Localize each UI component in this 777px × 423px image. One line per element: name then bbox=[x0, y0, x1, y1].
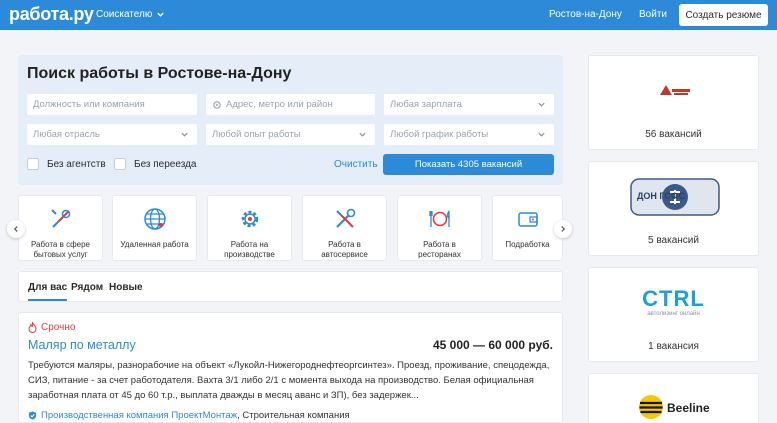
verified-shield-icon bbox=[28, 411, 37, 420]
site-logo[interactable]: работа.ру bbox=[9, 4, 94, 25]
category-label: Работа в ресторанах bbox=[418, 240, 461, 259]
feed-tabs: Для вас Рядом Новые bbox=[18, 271, 563, 302]
experience-select[interactable]: Любой опыт работы bbox=[206, 124, 375, 145]
wallet-icon bbox=[517, 212, 538, 227]
carousel-next-button[interactable] bbox=[554, 220, 572, 238]
urgent-badge: Срочно bbox=[28, 322, 75, 333]
schedule-select[interactable]: Любой график работы bbox=[384, 124, 554, 145]
category-remote-work[interactable]: Удаленная работа bbox=[112, 195, 197, 261]
salary-select[interactable]: Любая зарплата bbox=[384, 94, 554, 115]
checkbox-box[interactable] bbox=[114, 158, 126, 170]
gear-icon bbox=[241, 210, 258, 228]
login-link[interactable]: Войти bbox=[639, 9, 667, 20]
create-resume-button[interactable]: Создать резюме bbox=[679, 4, 768, 26]
employer-card-2[interactable]: ДОН ГСФС 5 вакансий bbox=[588, 161, 759, 256]
chevron-down-icon bbox=[181, 132, 188, 137]
chevron-left-icon bbox=[13, 226, 18, 232]
urgent-label: Срочно bbox=[41, 322, 76, 333]
city-selector[interactable]: Ростов-на-Дону bbox=[549, 9, 622, 20]
employer-card-3[interactable]: CTRL автолизинг онлайн 1 вакансия bbox=[588, 267, 759, 362]
address-placeholder: Адрес, метро или район bbox=[226, 99, 333, 110]
no-relocation-label: Без переезда bbox=[134, 158, 197, 170]
employer-card-4[interactable]: Beeline bbox=[588, 373, 759, 423]
employer-logo-text: ДОН ГСФС bbox=[637, 191, 686, 201]
search-title: Поиск работы в Ростове-на-Дону bbox=[27, 65, 292, 82]
clear-button[interactable]: Очистить bbox=[334, 159, 378, 170]
chevron-right-icon bbox=[561, 226, 566, 232]
role-dropdown[interactable]: Соискателю bbox=[96, 9, 165, 20]
position-placeholder: Должность или компания bbox=[33, 99, 145, 110]
globe-icon bbox=[143, 208, 166, 230]
experience-value: Любой опыт работы bbox=[212, 129, 301, 140]
chevron-down-icon bbox=[538, 102, 545, 107]
industry-value: Любая отрасль bbox=[33, 129, 100, 140]
employer-logo bbox=[660, 85, 690, 95]
category-manufacturing[interactable]: Работа на производстве bbox=[207, 195, 292, 261]
chevron-down-icon bbox=[157, 12, 165, 17]
employer-card-1[interactable]: 56 вакансий bbox=[588, 55, 759, 150]
employer-logo-subtitle: автолизинг онлайн bbox=[647, 311, 700, 317]
company-industry: , Строительная компания bbox=[237, 410, 350, 421]
category-label: Подработка bbox=[505, 240, 550, 249]
category-label: Работа в автосервисе bbox=[321, 240, 368, 259]
position-input[interactable]: Должность или компания bbox=[27, 94, 197, 115]
vacancy-title[interactable]: Маляр по металлу bbox=[28, 338, 136, 352]
chevron-down-icon bbox=[359, 132, 366, 137]
address-input[interactable]: Адрес, метро или район bbox=[206, 94, 375, 115]
employer-logo-text: CTRL bbox=[642, 286, 705, 311]
flame-icon bbox=[28, 322, 37, 333]
employer-vacancy-count: 5 вакансий bbox=[648, 235, 699, 246]
no-agencies-label: Без агентств bbox=[47, 158, 106, 170]
vacancy-card[interactable]: Срочно Маляр по металлу 45 000 — 60 000 … bbox=[18, 312, 563, 423]
category-label: Удаленная работа bbox=[120, 240, 189, 249]
category-household-services[interactable]: Работа в сфере бытовых услуг bbox=[18, 195, 103, 261]
tools-icon bbox=[50, 209, 70, 228]
role-label: Соискателю bbox=[96, 9, 153, 20]
chevron-down-icon bbox=[538, 132, 545, 137]
no-relocation-checkbox[interactable]: Без переезда bbox=[114, 158, 196, 170]
show-vacancies-button[interactable]: Показать 4305 вакансий bbox=[383, 154, 554, 175]
checkbox-box[interactable] bbox=[27, 158, 39, 170]
plate-icon bbox=[428, 210, 450, 227]
company-link[interactable]: Производственная компания ПроектМонтаж bbox=[41, 410, 237, 421]
carousel-prev-button[interactable] bbox=[7, 220, 25, 238]
search-panel: Поиск работы в Ростове-на-Дону Должность… bbox=[18, 55, 563, 185]
category-label: Работа в сфере бытовых услуг bbox=[30, 240, 91, 259]
vacancy-salary: 45 000 — 60 000 руб. bbox=[433, 338, 553, 352]
category-label: Работа на производстве bbox=[224, 240, 275, 259]
salary-value: Любая зарплата bbox=[390, 99, 462, 110]
location-pin-icon bbox=[213, 100, 221, 109]
tab-nearby[interactable]: Рядом bbox=[71, 282, 103, 293]
employer-logo-text: Beeline bbox=[667, 401, 710, 415]
top-header: работа.ру Соискателю Ростов-на-Дону Войт… bbox=[0, 0, 777, 30]
vacancy-company: Производственная компания ПроектМонтаж, … bbox=[28, 410, 350, 421]
category-car-service[interactable]: Работа в автосервисе bbox=[302, 195, 387, 261]
category-restaurants[interactable]: Работа в ресторанах bbox=[397, 195, 482, 261]
wrench-icon bbox=[335, 208, 355, 228]
category-part-time[interactable]: Подработка bbox=[492, 195, 563, 261]
beeline-logo-icon bbox=[639, 395, 663, 419]
employer-vacancy-count: 56 вакансий bbox=[645, 129, 702, 140]
employer-vacancy-count: 1 вакансия bbox=[648, 341, 699, 352]
schedule-value: Любой график работы bbox=[390, 129, 489, 140]
industry-select[interactable]: Любая отрасль bbox=[27, 124, 197, 145]
vacancy-description: Требуются маляры, разнорабочие на объект… bbox=[28, 360, 550, 401]
tab-for-you[interactable]: Для вас bbox=[28, 282, 68, 301]
no-agencies-checkbox[interactable]: Без агентств bbox=[27, 158, 106, 170]
tab-new[interactable]: Новые bbox=[109, 282, 143, 293]
